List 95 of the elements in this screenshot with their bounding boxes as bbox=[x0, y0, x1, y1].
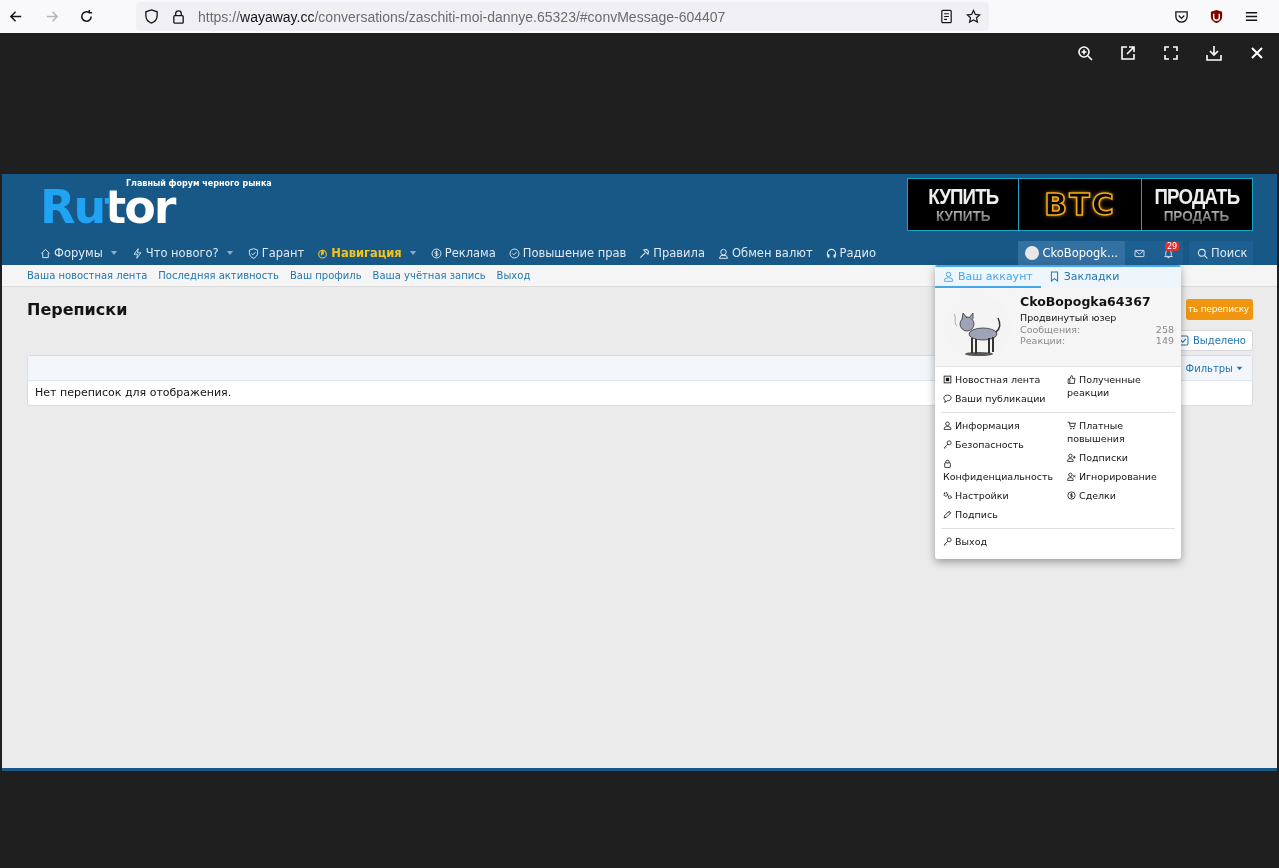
url-text: https://wayaway.cc/conversations/zaschiti-moi-dannye.65323/#convMessage-604407 bbox=[198, 8, 726, 25]
menu-tab[interactable]: Закладки bbox=[1040, 267, 1128, 288]
menu-link[interactable]: Конфиденциальность bbox=[941, 454, 1065, 486]
thumbs-up-icon bbox=[1067, 375, 1076, 384]
stat-value: 149 bbox=[1155, 335, 1174, 346]
empty-message: Нет переписок для отображения. bbox=[35, 386, 232, 399]
pencil-icon bbox=[943, 510, 952, 519]
person-badge-icon bbox=[718, 247, 729, 259]
banner-reflection: ПРОДАТЬ bbox=[1164, 207, 1230, 224]
menu-link[interactable]: Новостная лента bbox=[941, 370, 1065, 389]
page-title: Переписки bbox=[27, 299, 128, 319]
back-arrow-icon[interactable] bbox=[9, 9, 24, 24]
person-icon bbox=[943, 271, 954, 282]
nav-tab[interactable]: Правила bbox=[635, 241, 709, 265]
bookmark-icon bbox=[1048, 271, 1060, 282]
filters-dropdown[interactable]: Фильтры bbox=[1185, 362, 1243, 374]
menu-link[interactable]: Настройки bbox=[941, 486, 1065, 505]
shield-check-icon bbox=[247, 247, 259, 259]
nav-tab[interactable]: Радио bbox=[821, 241, 881, 265]
address-bar[interactable]: https://wayaway.cc/conversations/zaschiti-moi-dannye.65323/#convMessage-604407 bbox=[136, 2, 989, 31]
person-block-icon bbox=[1067, 472, 1076, 481]
subnav-link[interactable]: Выход bbox=[496, 270, 531, 281]
stat-label: Реакции: bbox=[1020, 335, 1066, 346]
bolt-icon bbox=[131, 247, 143, 259]
menu-icon[interactable] bbox=[1244, 9, 1259, 24]
nav-tab[interactable]: Обмен валют bbox=[714, 241, 817, 265]
menu-link[interactable]: Выход bbox=[941, 532, 1065, 551]
user-title: Продвинутый юзер bbox=[1020, 312, 1118, 323]
shield-extension-icon[interactable] bbox=[1209, 9, 1224, 24]
coin-icon bbox=[1067, 491, 1076, 500]
menu-link[interactable]: Подписки bbox=[1065, 448, 1181, 467]
menu-link[interactable]: Ваши публикации bbox=[941, 389, 1065, 408]
menu-link[interactable]: Полученные реакции bbox=[1065, 370, 1181, 402]
nav-tab[interactable]: Повышение прав bbox=[504, 241, 631, 265]
envelope-icon bbox=[1134, 247, 1145, 259]
username[interactable]: CkoBopogka64367 bbox=[1020, 294, 1174, 309]
cart-icon bbox=[1067, 421, 1076, 430]
lock-icon bbox=[943, 459, 952, 468]
caret-icon[interactable] bbox=[109, 249, 118, 257]
nav-tab[interactable]: Гарант bbox=[243, 241, 309, 265]
banner-word: ПРОДАТЬ bbox=[1154, 185, 1240, 208]
site-tagline: Главный форум черного рынка bbox=[126, 179, 272, 188]
banner-word: КУПИТЬ bbox=[928, 185, 999, 208]
search-icon bbox=[1197, 247, 1208, 259]
subnav-link[interactable]: Ваша новостная лента bbox=[27, 270, 148, 281]
home-icon bbox=[40, 247, 51, 259]
headphones-icon bbox=[825, 247, 837, 259]
menu-link[interactable]: Подпись bbox=[941, 505, 1065, 524]
subnav-link[interactable]: Ваш профиль bbox=[289, 270, 362, 281]
nav-tab[interactable]: Навигация bbox=[313, 241, 406, 265]
alert-count: 29 bbox=[1165, 242, 1180, 251]
newspaper-icon bbox=[943, 375, 952, 384]
coin-icon bbox=[430, 247, 442, 259]
reader-view-icon[interactable] bbox=[939, 9, 954, 24]
lock-icon bbox=[171, 9, 186, 24]
key-icon bbox=[943, 537, 952, 546]
menu-link[interactable]: Платные повышения bbox=[1065, 416, 1181, 448]
pocket-icon[interactable] bbox=[1174, 9, 1189, 24]
stat-value: 258 bbox=[1155, 324, 1174, 335]
neon-text: BTC bbox=[1044, 187, 1116, 222]
nav-tab[interactable]: Форумы bbox=[36, 241, 107, 265]
hammer-icon bbox=[639, 247, 651, 259]
stat-label: Сообщения: bbox=[1020, 324, 1081, 335]
shield-icon[interactable] bbox=[144, 9, 159, 24]
fullscreen-icon[interactable] bbox=[1163, 45, 1179, 61]
nav-tab[interactable]: Что нового? bbox=[127, 241, 223, 265]
alerts-button[interactable]: 29 bbox=[1154, 241, 1183, 265]
zoom-in-icon[interactable] bbox=[1077, 45, 1093, 61]
person-plus-icon bbox=[1067, 453, 1076, 462]
search-button[interactable]: Поиск bbox=[1189, 241, 1253, 265]
caret-icon[interactable] bbox=[408, 249, 417, 257]
speech-bubble-icon bbox=[943, 394, 952, 403]
menu-link[interactable]: Игнорирование bbox=[1065, 467, 1181, 486]
subnav-link[interactable]: Ваша учётная запись bbox=[372, 270, 486, 281]
close-icon[interactable] bbox=[1249, 45, 1265, 61]
open-external-icon[interactable] bbox=[1120, 45, 1136, 61]
menu-link[interactable]: Сделки bbox=[1065, 486, 1181, 505]
nav-tab[interactable]: Реклама bbox=[426, 241, 500, 265]
ad-banner[interactable]: КУПИТЬ КУПИТЬ BTC ПРОДАТЬ ПРОДАТЬ bbox=[907, 178, 1253, 231]
subnav-link[interactable]: Последняя активность bbox=[158, 270, 279, 281]
star-icon[interactable] bbox=[966, 9, 981, 24]
caret-icon[interactable] bbox=[225, 249, 234, 257]
key-icon bbox=[943, 440, 952, 449]
gears-icon bbox=[943, 491, 952, 500]
download-icon[interactable] bbox=[1206, 45, 1222, 61]
person-icon bbox=[943, 421, 952, 430]
caret-icon bbox=[1236, 364, 1243, 372]
menu-link[interactable]: Безопасность bbox=[941, 435, 1065, 454]
user-menu-tab[interactable]: CkoBopogk... bbox=[1018, 241, 1125, 265]
avatar-icon bbox=[1025, 246, 1040, 260]
check-circle-icon bbox=[508, 247, 520, 259]
reload-icon[interactable] bbox=[79, 9, 94, 24]
inbox-button[interactable] bbox=[1125, 241, 1154, 265]
menu-link[interactable]: Информация bbox=[941, 416, 1065, 435]
flame-icon bbox=[317, 247, 329, 259]
